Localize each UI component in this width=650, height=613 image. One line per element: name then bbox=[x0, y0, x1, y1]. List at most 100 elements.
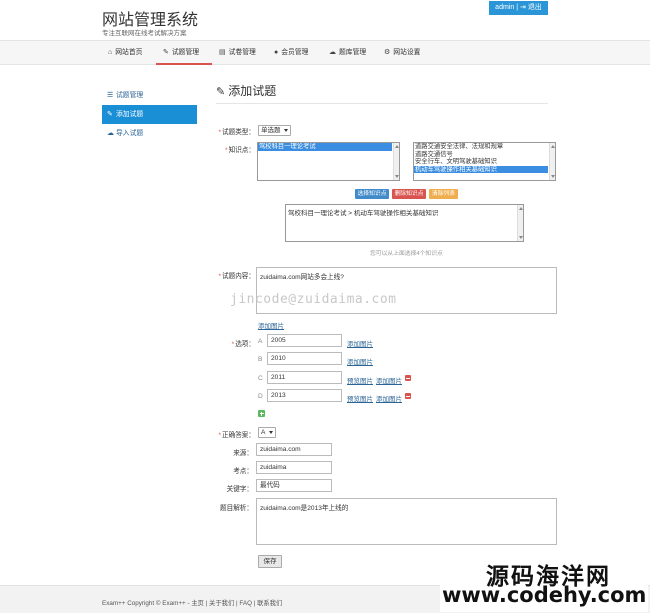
add-image-link[interactable]: 添加图片 bbox=[376, 393, 402, 403]
sidebar-item-import[interactable]: ☁ 导入试题 bbox=[102, 124, 197, 143]
nav-label: 题库管理 bbox=[339, 49, 367, 56]
knowledge-category-list[interactable]: 驾校科目一理论考试 bbox=[257, 142, 400, 181]
preview-image-link[interactable]: 预览图片 bbox=[347, 375, 373, 385]
file-icon: ▤ bbox=[219, 49, 226, 56]
sidebar: ☰ 试题管理 ✎ 添加试题 ☁ 导入试题 bbox=[102, 86, 197, 143]
admin-link[interactable]: admin bbox=[495, 4, 514, 11]
add-image-link[interactable]: 添加图片 bbox=[376, 375, 402, 385]
home-icon: ⌂ bbox=[108, 49, 113, 56]
nav-item-members[interactable]: ● 会员管理 bbox=[274, 41, 320, 65]
option-letter: C bbox=[258, 375, 263, 382]
cloud-icon: ☁ bbox=[329, 49, 336, 56]
nav-label: 会员管理 bbox=[281, 49, 309, 56]
delete-point-button[interactable]: 删除知识点 bbox=[392, 189, 426, 199]
source-input[interactable]: zuidaima.com bbox=[256, 443, 332, 456]
hint-text: 您可以从上面选择4个知识点 bbox=[370, 251, 443, 257]
edit-icon: ✎ bbox=[107, 111, 113, 118]
edit-icon: ✎ bbox=[163, 49, 169, 56]
nav-item-home[interactable]: ⌂ 网站首页 bbox=[108, 41, 154, 65]
watermark-line: www.codehy.com bbox=[442, 583, 647, 607]
option-c-input[interactable]: 2011 bbox=[267, 371, 342, 384]
sidebar-item-label: 添加试题 bbox=[116, 111, 144, 118]
option-letter: D bbox=[258, 393, 263, 400]
add-image-link[interactable]: 添加图片 bbox=[258, 320, 284, 330]
keyword-input[interactable]: 最代码 bbox=[256, 479, 332, 492]
analysis-label: 题目解析： bbox=[220, 505, 253, 512]
add-image-link[interactable]: 添加图片 bbox=[347, 356, 373, 366]
nav-item-questions[interactable]: ✎ 试题管理 bbox=[156, 41, 212, 65]
sidebar-item-label: 导入试题 bbox=[116, 130, 144, 137]
knowledge-point-list[interactable]: 道路交通安全法律、法规和规章 道路交通信号 安全行车、文明驾驶基础知识 机动车驾… bbox=[413, 142, 556, 181]
answer-label: *正确答案： bbox=[218, 432, 255, 439]
nav-item-bank[interactable]: ☁ 题库管理 bbox=[329, 41, 375, 65]
selected-point-text: 驾校科目一理论考试 > 机动车驾驶操作相关基础知识 bbox=[288, 210, 439, 217]
analysis-value: zuidaima.com是2013年上线的 bbox=[260, 505, 349, 512]
sidebar-item-add-question[interactable]: ✎ 添加试题 bbox=[102, 105, 197, 124]
question-type-select[interactable]: 单选题 bbox=[258, 125, 291, 136]
nav-label: 试卷管理 bbox=[228, 49, 256, 56]
logout-link[interactable]: 退出 bbox=[528, 4, 542, 11]
remove-option-icon[interactable] bbox=[405, 375, 411, 381]
chevron-down-icon bbox=[284, 129, 288, 132]
list-item[interactable]: 安全行车、文明驾驶基础知识 bbox=[414, 158, 555, 166]
nav-label: 网站设置 bbox=[393, 49, 421, 56]
answer-select[interactable]: A bbox=[258, 427, 276, 438]
user-box[interactable]: admin | ⇥ 退出 bbox=[489, 1, 548, 15]
sidebar-item-question-manage[interactable]: ☰ 试题管理 bbox=[102, 86, 197, 105]
list-item[interactable]: 道路交通安全法律、法规和规章 bbox=[414, 143, 555, 151]
scrollbar[interactable] bbox=[549, 143, 555, 180]
knowledge-label: *知识点： bbox=[225, 147, 255, 154]
sidebar-item-label: 试题管理 bbox=[116, 92, 144, 99]
nav-label: 试题管理 bbox=[171, 49, 200, 56]
arrow-up-icon bbox=[551, 145, 555, 148]
top-nav: ⌂ 网站首页 ✎ 试题管理 ▤ 试卷管理 ● 会员管理 ☁ 题库管理 ⚙ 网站设置 bbox=[0, 40, 650, 65]
answer-value: A bbox=[261, 429, 266, 436]
user-icon: ● bbox=[274, 49, 279, 56]
option-a-input[interactable]: 2005 bbox=[267, 334, 342, 347]
analysis-textarea[interactable]: zuidaima.com是2013年上线的 bbox=[256, 498, 557, 545]
separator: | bbox=[516, 4, 519, 11]
point-label: 考点： bbox=[233, 468, 253, 475]
divider bbox=[216, 103, 548, 104]
arrow-down-icon bbox=[395, 175, 399, 178]
content-label: *试题内容： bbox=[218, 273, 255, 280]
option-value: 2005 bbox=[271, 337, 286, 344]
option-letter: A bbox=[258, 338, 263, 345]
clear-list-button[interactable]: 清除列表 bbox=[429, 189, 458, 199]
header: 网站管理系统 专注互联网在线考试解决方案 admin | ⇥ 退出 bbox=[0, 0, 650, 40]
arrow-down-icon bbox=[519, 236, 523, 239]
option-b-input[interactable]: 2010 bbox=[267, 352, 342, 365]
save-button[interactable]: 保存 bbox=[258, 555, 282, 568]
edit-icon: ✎ bbox=[216, 86, 226, 98]
source-value: zuidaima.com bbox=[260, 446, 301, 453]
keyword-label: 关键字： bbox=[226, 486, 253, 493]
add-option-icon[interactable] bbox=[258, 410, 265, 417]
chevron-down-icon bbox=[269, 431, 273, 434]
footer-text: Exam++ Copyright © Exam++ - 主页 | 关于我们 | … bbox=[102, 600, 283, 607]
scrollbar[interactable] bbox=[517, 205, 523, 241]
option-d-input[interactable]: 2013 bbox=[267, 389, 342, 402]
keyword-value: 最代码 bbox=[260, 482, 280, 489]
list-item[interactable]: 驾校科目一理论考试 bbox=[258, 143, 392, 151]
type-label: *试题类型： bbox=[218, 129, 255, 136]
arrow-up-icon bbox=[519, 207, 523, 210]
page-title: ✎ 添加试题 bbox=[216, 82, 276, 99]
list-icon: ☰ bbox=[107, 92, 114, 99]
selected-points-box[interactable]: 驾校科目一理论考试 > 机动车驾驶操作相关基础知识 bbox=[285, 204, 524, 242]
logout-icon: ⇥ bbox=[519, 4, 526, 11]
list-item[interactable]: 机动车驾驶操作相关基础知识 bbox=[414, 165, 548, 174]
preview-image-link[interactable]: 预览图片 bbox=[347, 393, 373, 403]
source-label: 来源： bbox=[233, 450, 253, 457]
option-letter: B bbox=[258, 356, 263, 363]
point-input[interactable]: zuidaima bbox=[256, 461, 332, 474]
select-point-button[interactable]: 选择知识点 bbox=[355, 189, 389, 199]
remove-option-icon[interactable] bbox=[405, 393, 411, 399]
point-value: zuidaima bbox=[260, 464, 287, 471]
scrollbar[interactable] bbox=[393, 143, 399, 180]
question-type-value: 单选题 bbox=[261, 127, 281, 134]
nav-item-settings[interactable]: ⚙ 网站设置 bbox=[384, 41, 434, 65]
add-image-link[interactable]: 添加图片 bbox=[347, 338, 373, 348]
option-value: 2013 bbox=[271, 392, 286, 399]
nav-item-papers[interactable]: ▤ 试卷管理 bbox=[219, 41, 265, 65]
option-value: 2011 bbox=[271, 374, 286, 381]
